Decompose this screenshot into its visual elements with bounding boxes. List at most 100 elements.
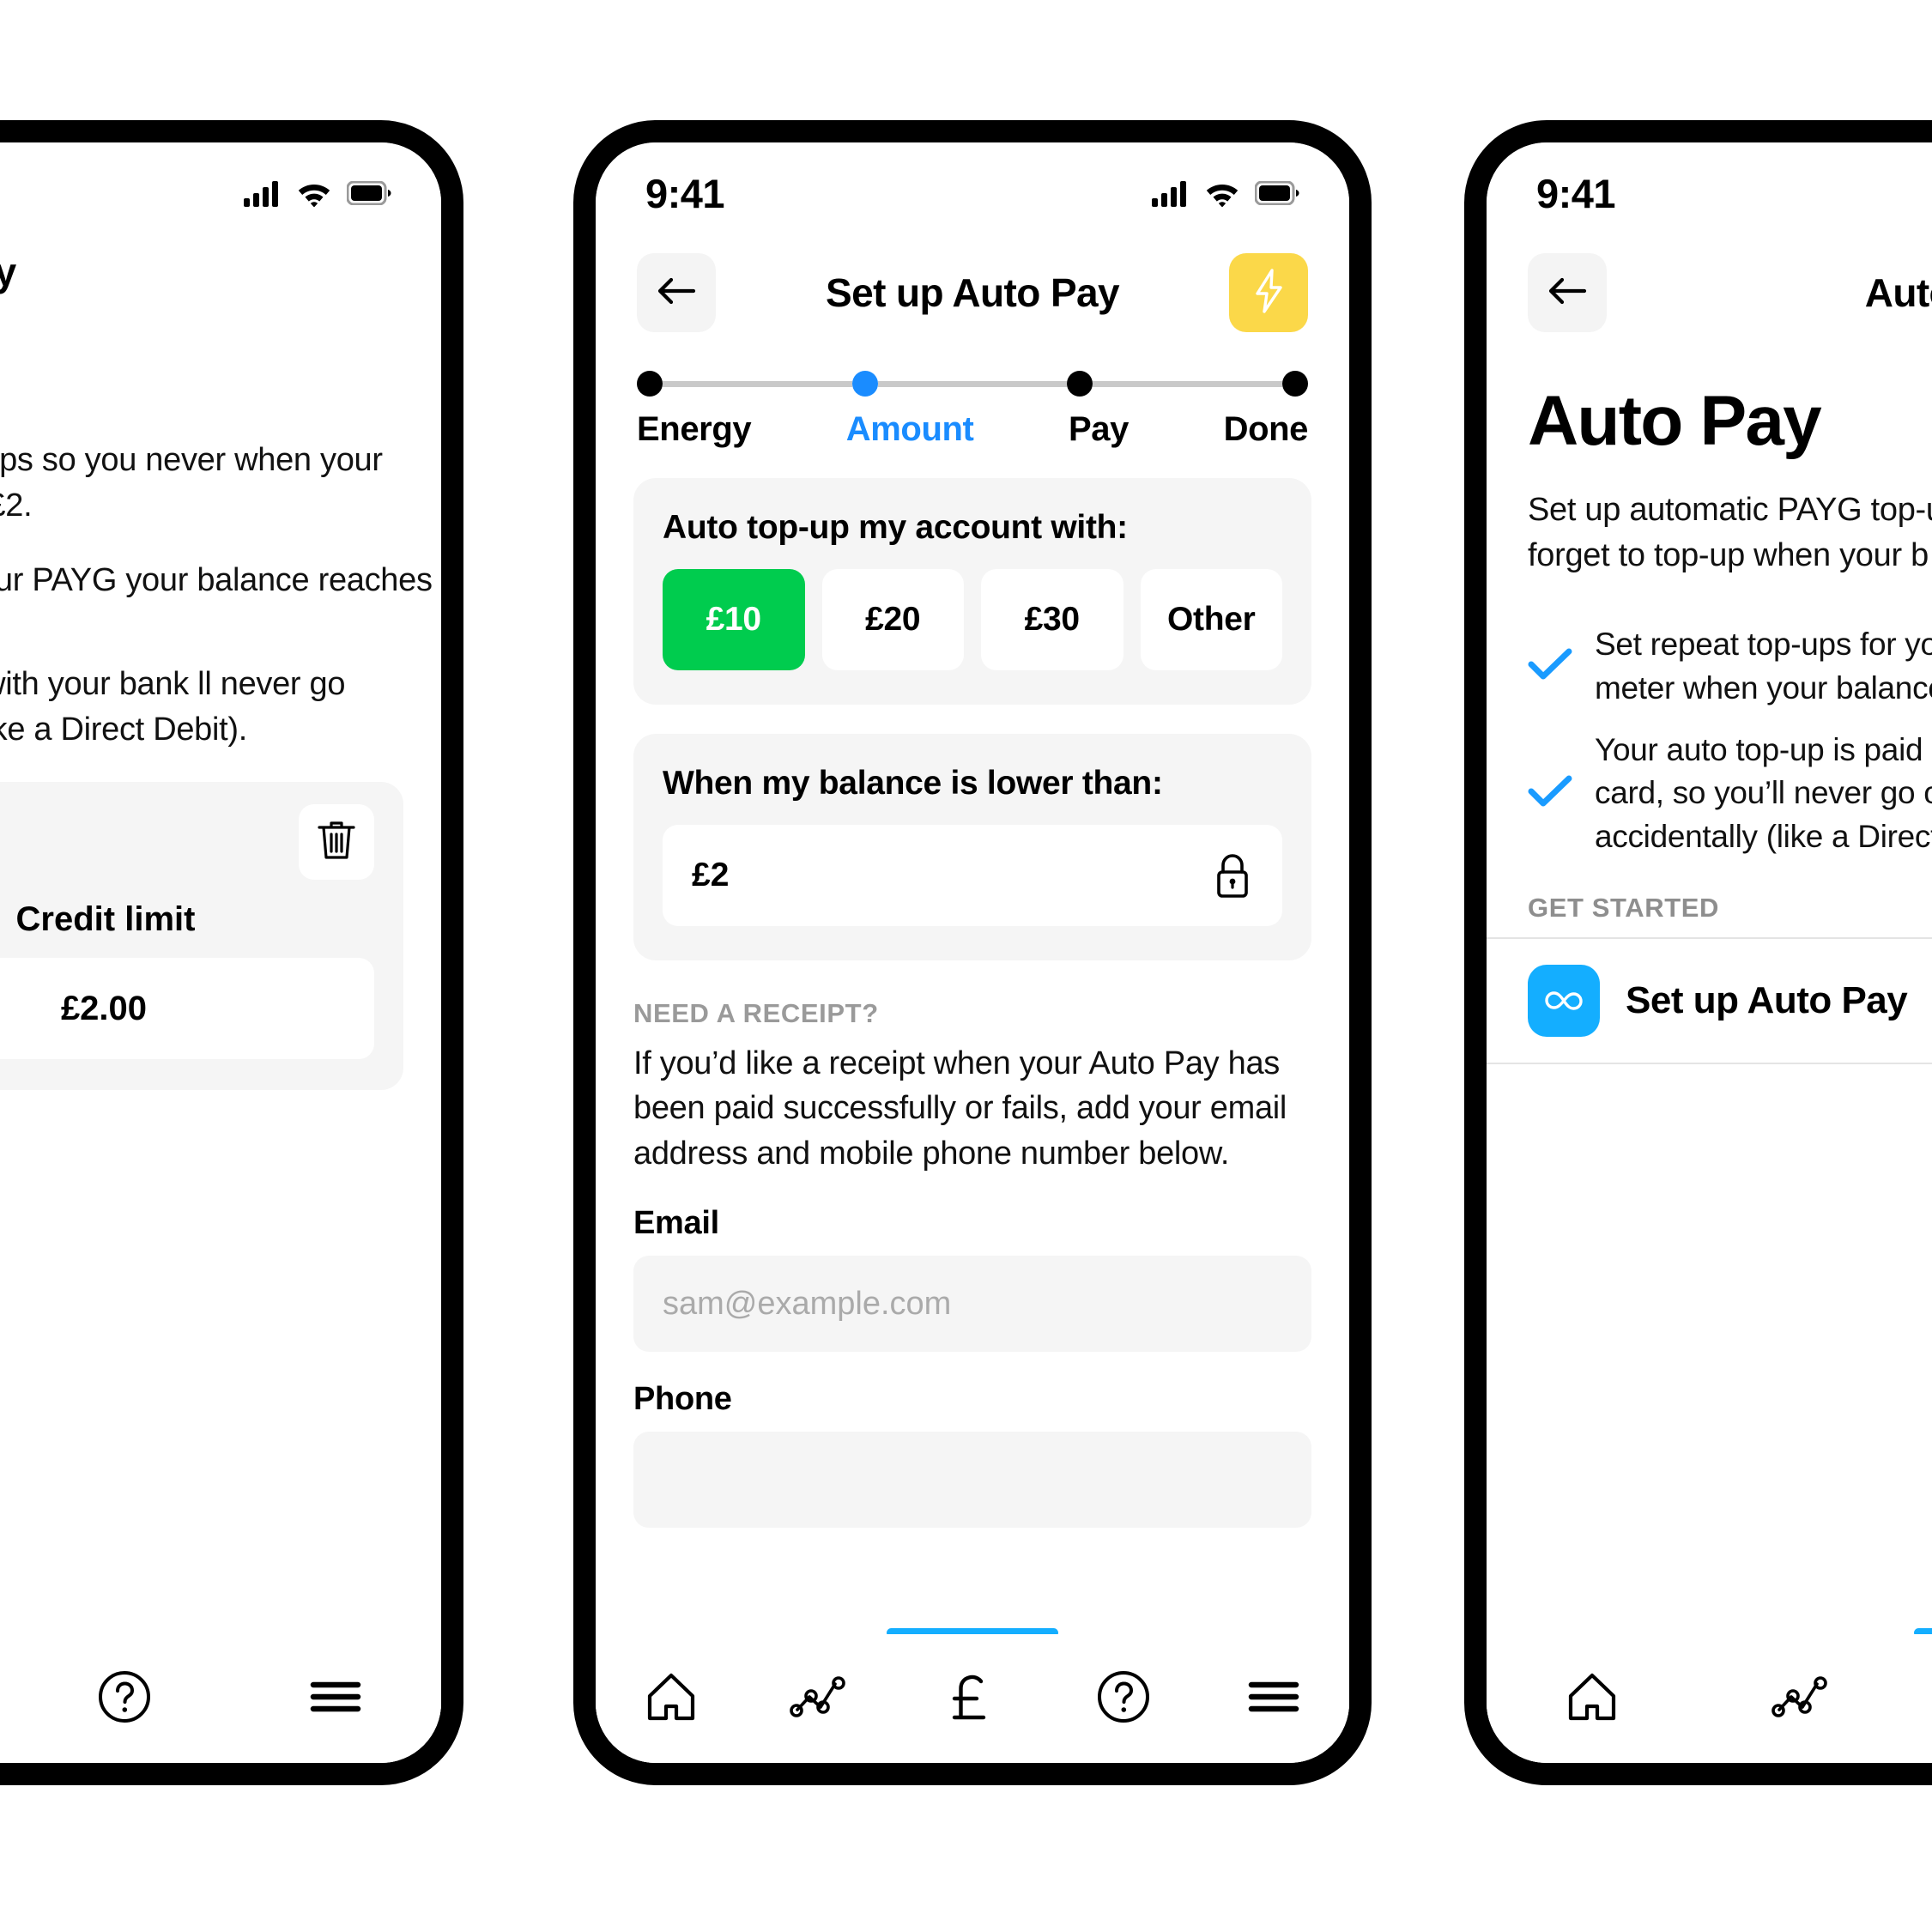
- left-bullet-2: o-up is paid with your bank ll never go …: [0, 665, 346, 748]
- top-up-amount-title: Auto top-up my account with:: [663, 509, 1128, 546]
- left-nav-title: Auto Pay: [0, 225, 441, 295]
- phone-input[interactable]: [633, 1432, 1311, 1529]
- back-button[interactable]: [1528, 253, 1607, 332]
- tab-money[interactable]: [897, 1669, 1048, 1729]
- mid-tab-bar: [596, 1634, 1349, 1763]
- step-dot-energy[interactable]: [637, 371, 663, 397]
- boost-button[interactable]: [1229, 253, 1308, 332]
- tab-menu[interactable]: [1198, 1677, 1349, 1721]
- tab-usage[interactable]: [747, 1675, 898, 1723]
- step-label-done: Done: [1223, 410, 1309, 448]
- get-started-header: GET STARTED: [1487, 893, 1932, 939]
- amount-option-30[interactable]: £30: [981, 569, 1123, 670]
- back-arrow-icon: [1547, 275, 1588, 312]
- benefit-text: Set repeat top-ups for yo meter when you…: [1595, 627, 1932, 706]
- balance-threshold-title: When my balance is lower than:: [663, 765, 1163, 802]
- amount-options: £10 £20 £30 Other: [663, 569, 1282, 670]
- question-circle-icon: [97, 1669, 152, 1729]
- cellular-signal-icon: [244, 179, 282, 207]
- step-label-pay: Pay: [1069, 410, 1130, 448]
- amount-option-20[interactable]: £20: [821, 569, 964, 670]
- set-up-auto-pay-label: Set up Auto Pay: [1626, 978, 1908, 1021]
- status-icons: [1152, 179, 1299, 207]
- pound-sterling-icon: [946, 1669, 999, 1729]
- status-time: 9:41: [1536, 170, 1616, 216]
- right-nav-bar: Auto Pay: [1487, 225, 1932, 342]
- lightning-bolt-icon: [1251, 267, 1287, 319]
- phone-right: 9:41 Auto Pay Auto Pay Set up automatic …: [1464, 120, 1932, 1785]
- check-icon: [1528, 774, 1572, 813]
- tab-home[interactable]: [596, 1671, 747, 1727]
- stepper-bar-2: [877, 380, 1068, 387]
- step-dot-amount[interactable]: [851, 371, 878, 397]
- cellular-signal-icon: [1152, 179, 1190, 207]
- question-circle-icon: [1096, 1669, 1151, 1729]
- back-arrow-icon: [656, 275, 697, 312]
- stepper-dots: [637, 371, 1309, 397]
- top-up-amount-card: Auto top-up my account with: £10 £20 £30…: [633, 478, 1311, 705]
- list-item: Set repeat top-ups for yo meter when you…: [1528, 623, 1932, 710]
- battery-icon: [1255, 181, 1299, 205]
- email-label: Email: [633, 1205, 719, 1242]
- receipt-body: If you’d like a receipt when your Auto P…: [633, 1045, 1287, 1172]
- phone-middle: 9:41 Set up Auto Pay Energy Amount Pay D…: [573, 120, 1372, 1785]
- hero-title: Auto Pay: [1528, 382, 1822, 460]
- home-icon: [645, 1671, 698, 1727]
- hero-paragraph: Set up automatic PAYG top-u forget to to…: [1528, 492, 1932, 574]
- wifi-icon: [1204, 179, 1240, 207]
- right-status-bar: 9:41: [1487, 142, 1932, 225]
- right-tab-bar: [1487, 1634, 1932, 1763]
- step-dot-pay[interactable]: [1067, 371, 1093, 397]
- lock-icon: [1212, 851, 1253, 900]
- infinity-icon: [1528, 964, 1600, 1037]
- set-up-auto-pay-row[interactable]: Set up Auto Pay: [1487, 939, 1932, 1064]
- left-bullet-1: op-ups for your PAYG your balance reache…: [0, 562, 433, 599]
- left-tab-bar: [0, 1634, 441, 1763]
- mid-status-bar: 9:41: [596, 142, 1349, 225]
- line-chart-icon: [1772, 1675, 1835, 1723]
- step-dot-done[interactable]: [1282, 371, 1309, 397]
- mid-screen: 9:41 Set up Auto Pay Energy Amount Pay D…: [596, 142, 1349, 1763]
- delete-button[interactable]: [299, 804, 374, 881]
- stepper-labels: Energy Amount Pay Done: [637, 410, 1308, 449]
- amount-option-10[interactable]: £10: [663, 569, 805, 670]
- credit-limit-value[interactable]: £2.00: [0, 958, 374, 1060]
- tab-money[interactable]: [1909, 1669, 1932, 1729]
- balance-threshold-card: When my balance is lower than: £2: [633, 734, 1311, 960]
- stepper-bar-3: [1093, 380, 1283, 387]
- status-icons: [244, 179, 391, 207]
- page-title: Auto Pay: [1864, 270, 1932, 315]
- right-screen: 9:41 Auto Pay Auto Pay Set up automatic …: [1487, 142, 1932, 1763]
- phone-left: 9:41 Auto Pay c PAYG top-ups so you neve…: [0, 120, 463, 1785]
- hamburger-menu-icon: [1247, 1677, 1300, 1721]
- screenshot-canvas: 9:41 Auto Pay c PAYG top-ups so you neve…: [0, 0, 1932, 1932]
- setup-stepper: Energy Amount Pay Done: [596, 342, 1349, 449]
- tab-money[interactable]: [0, 1669, 19, 1729]
- benefit-list: Set repeat top-ups for yo meter when you…: [1487, 578, 1932, 858]
- stepper-bar-1: [663, 380, 852, 387]
- left-paragraph-1: c PAYG top-ups so you never when your ba…: [0, 442, 383, 524]
- benefit-text: Your auto top-up is paid card, so you’ll…: [1595, 732, 1932, 854]
- receipt-section: NEED A RECEIPT? If you’d like a receipt …: [596, 960, 1349, 1529]
- wifi-icon: [296, 179, 332, 207]
- left-status-bar: 9:41: [0, 142, 441, 225]
- mid-nav-bar: Set up Auto Pay: [596, 225, 1349, 342]
- back-button[interactable]: [637, 253, 716, 332]
- battery-icon: [347, 181, 391, 205]
- credit-limit-label: Credit limit: [15, 900, 196, 939]
- balance-threshold-value: £2: [692, 857, 730, 893]
- tab-usage[interactable]: [1698, 1675, 1909, 1723]
- phone-label: Phone: [633, 1381, 732, 1418]
- hamburger-menu-icon: [309, 1677, 362, 1721]
- tab-help[interactable]: [19, 1669, 230, 1729]
- tab-home[interactable]: [1487, 1671, 1698, 1727]
- step-label-amount: Amount: [845, 410, 974, 448]
- left-credit-limit-card: Credit limit £2.00: [0, 782, 403, 1091]
- amount-option-other[interactable]: Other: [1140, 569, 1282, 670]
- tab-help[interactable]: [1048, 1669, 1199, 1729]
- credit-limit-fields: £2.00: [0, 958, 374, 1060]
- tab-menu[interactable]: [230, 1677, 441, 1721]
- receipt-eyebrow: NEED A RECEIPT?: [633, 998, 879, 1028]
- balance-threshold-field[interactable]: £2: [663, 825, 1282, 926]
- email-input[interactable]: sam@example.com: [633, 1256, 1311, 1353]
